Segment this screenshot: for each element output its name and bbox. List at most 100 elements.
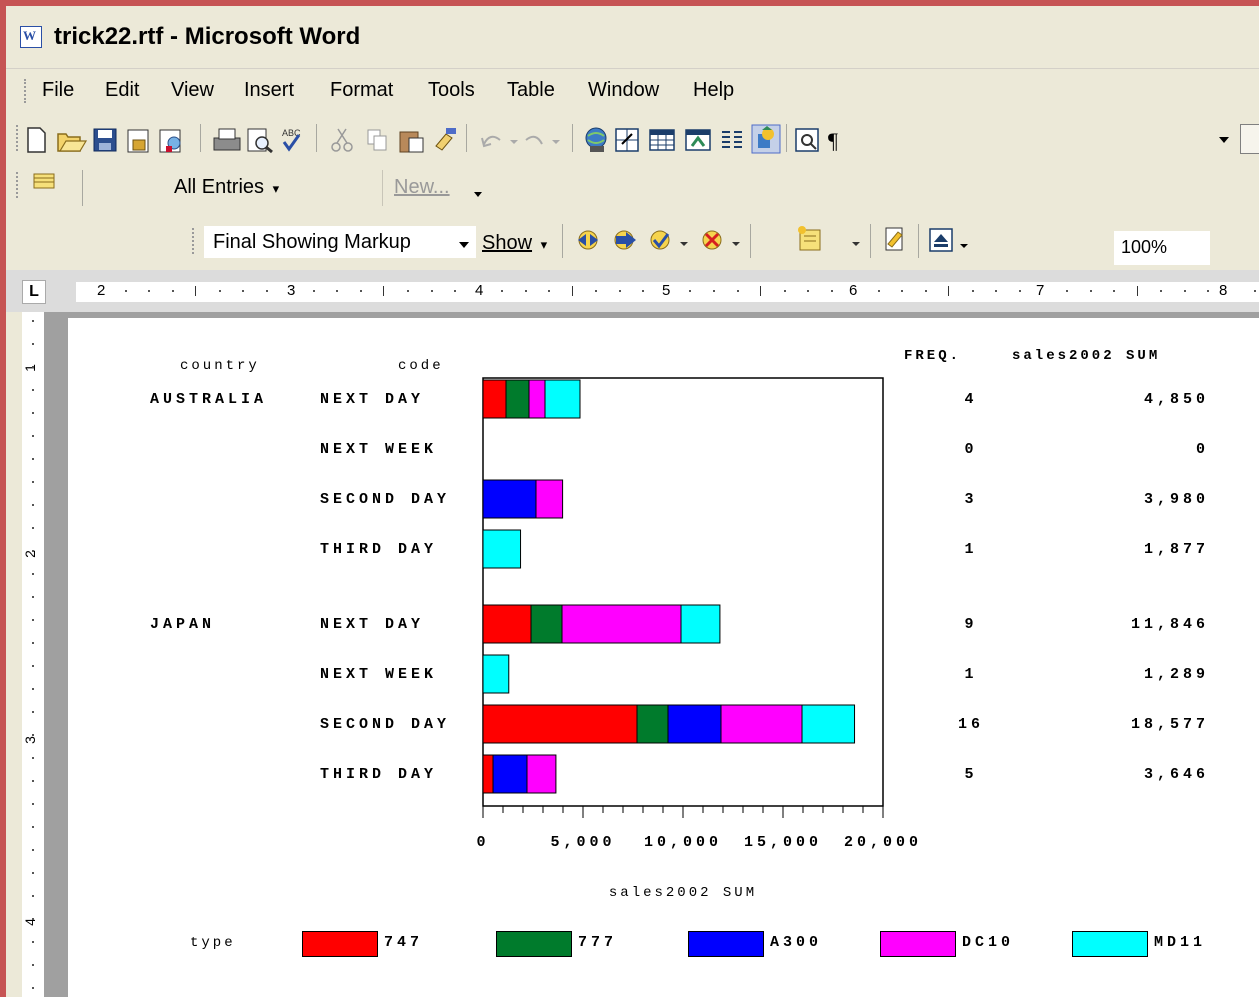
ruler-tick <box>171 290 174 292</box>
accept-dropdown-arrow[interactable] <box>680 242 688 246</box>
chevron-down-icon: ▾ <box>540 237 548 252</box>
ruler-label: 2 <box>97 282 106 299</box>
ruler-tick <box>359 290 362 292</box>
vertical-ruler[interactable]: 1 2 3 4 <box>22 312 45 997</box>
paste-icon[interactable] <box>399 131 424 153</box>
toolbar-grip[interactable] <box>16 172 21 198</box>
redo-icon[interactable] <box>525 135 543 145</box>
ruler-tick <box>336 290 339 292</box>
ruler-tick <box>454 290 457 292</box>
new-entry-button[interactable]: New... <box>394 176 450 199</box>
menu-window[interactable]: Window <box>588 79 659 102</box>
undo-icon[interactable] <box>481 135 501 148</box>
display-for-review-select[interactable]: Final Showing Markup <box>204 226 476 258</box>
show-formatting-icon[interactable]: ¶ <box>828 128 838 153</box>
vertical-ruler-tick <box>32 343 34 345</box>
menu-help[interactable]: Help <box>693 79 734 102</box>
ruler-tick <box>830 290 833 292</box>
toolbar-grip[interactable] <box>192 228 197 254</box>
tables-borders-icon[interactable] <box>615 128 639 152</box>
standard-toolbar-icons: ABC ¶ <box>27 124 838 154</box>
x-axis-label: sales2002 SUM <box>609 885 757 901</box>
vertical-ruler-tick <box>32 849 34 851</box>
display-for-review-arrow[interactable] <box>459 242 469 248</box>
vertical-ruler-tick <box>32 711 34 713</box>
spelling-icon[interactable]: ABC <box>282 128 301 152</box>
document-map-icon[interactable] <box>795 128 819 152</box>
reject-change-icon[interactable] <box>702 230 722 250</box>
vertical-ruler-tick <box>32 757 34 759</box>
bar-segment-747 <box>482 704 638 744</box>
next-change-icon[interactable] <box>614 230 636 250</box>
document-page[interactable]: country code FREQ. sales2002 SUM AUSTRAL… <box>68 318 1259 997</box>
redo-dropdown-arrow[interactable] <box>552 140 560 144</box>
copy-icon[interactable] <box>367 129 387 151</box>
vertical-ruler-label: 2 <box>21 550 38 558</box>
reject-dropdown-arrow[interactable] <box>732 242 740 246</box>
save-icon[interactable] <box>93 128 117 152</box>
standard-toolbar: ABC ¶ 100% <box>6 116 1259 265</box>
ruler-tick <box>618 290 621 292</box>
ruler-tick <box>501 290 504 292</box>
vertical-ruler-tick <box>32 573 34 575</box>
bar-segment-md11 <box>801 704 856 744</box>
hyperlink-icon[interactable] <box>585 127 607 152</box>
comment-dropdown-arrow[interactable] <box>852 242 860 246</box>
permission-icon[interactable] <box>127 129 149 153</box>
zoom-dropdown-arrow[interactable] <box>1219 137 1229 143</box>
tab-selector[interactable]: L <box>22 280 46 304</box>
menu-grip[interactable] <box>24 79 29 103</box>
insert-excel-icon[interactable] <box>685 129 711 151</box>
search-web-icon[interactable] <box>159 129 181 153</box>
new-document-icon[interactable] <box>27 127 46 153</box>
toolbar-options-arrow[interactable] <box>960 244 968 248</box>
show-menu-button[interactable]: Show ▾ <box>482 232 547 255</box>
vertical-ruler-tick <box>32 412 34 414</box>
menu-insert[interactable]: Insert <box>244 79 294 102</box>
legend-swatch-md11 <box>1072 931 1148 957</box>
menu-table[interactable]: Table <box>507 79 555 102</box>
help-question-icon[interactable] <box>1240 124 1259 154</box>
all-entries-dropdown[interactable]: All Entries ▾ <box>174 176 279 199</box>
comment-icon[interactable] <box>28 164 88 214</box>
cut-icon[interactable] <box>331 128 353 152</box>
legend-title: type <box>190 935 236 951</box>
open-folder-icon[interactable] <box>57 133 88 152</box>
ruler-tick <box>595 290 598 292</box>
word-document-icon[interactable]: W <box>20 26 42 48</box>
vertical-ruler-label: 1 <box>21 364 38 372</box>
vertical-ruler-tick <box>32 504 34 506</box>
ruler-tick <box>807 290 810 292</box>
window-frame: W trick22.rtf - Microsoft Word File Edit… <box>0 0 1259 997</box>
accept-change-icon[interactable] <box>650 230 670 250</box>
ruler-tick <box>760 286 762 296</box>
menu-edit[interactable]: Edit <box>105 79 139 102</box>
toolbar-separator <box>562 224 563 258</box>
columns-icon[interactable] <box>722 131 742 148</box>
toolbar-options-arrow[interactable] <box>474 192 482 197</box>
print-icon[interactable] <box>213 128 241 151</box>
bar-segment-dc10 <box>528 379 546 419</box>
bar-segment-dc10 <box>535 479 564 519</box>
track-changes-icon[interactable] <box>885 227 903 251</box>
ruler-tick <box>571 286 573 296</box>
previous-change-icon[interactable] <box>578 230 598 250</box>
legend-label: MD11 <box>1154 934 1207 951</box>
ruler-tick <box>901 290 904 292</box>
reviewing-pane-icon[interactable] <box>929 228 953 252</box>
insert-table-icon[interactable] <box>649 129 675 151</box>
menu-tools[interactable]: Tools <box>428 79 475 102</box>
menu-file[interactable]: File <box>42 79 74 102</box>
menu-view[interactable]: View <box>171 79 214 102</box>
menu-format[interactable]: Format <box>330 79 393 102</box>
vertical-ruler-tick <box>32 872 34 874</box>
vertical-ruler-label: 4 <box>21 918 38 926</box>
ruler-tick <box>383 286 385 296</box>
x-tick-label: 0 <box>476 834 489 851</box>
bar-segment-md11 <box>482 654 510 694</box>
toolbar-separator <box>82 170 83 206</box>
undo-dropdown-arrow[interactable] <box>510 140 518 144</box>
format-painter-icon[interactable] <box>435 128 456 151</box>
new-comment-icon[interactable] <box>798 226 821 251</box>
print-preview-icon[interactable] <box>247 128 273 154</box>
